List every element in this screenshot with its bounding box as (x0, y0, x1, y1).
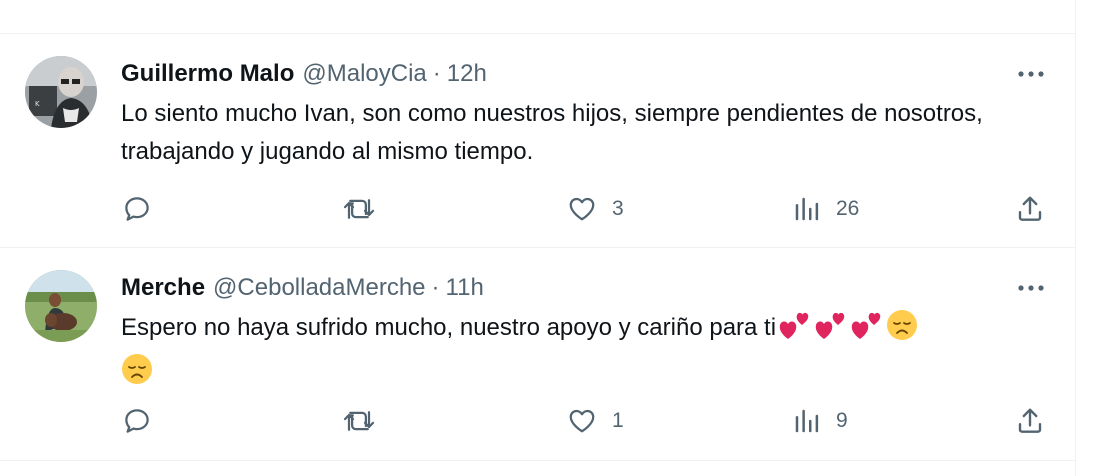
display-name[interactable]: Merche (121, 274, 205, 302)
two-hearts-emoji-icon (778, 309, 812, 353)
disappointed-face-emoji-icon (121, 353, 153, 397)
views-chart-icon (795, 409, 819, 433)
user-handle[interactable]: @CebolladaMerche (213, 274, 425, 302)
tweet-text: Espero no haya sufrido mucho, nuestro ap… (121, 314, 777, 341)
bottom-divider (0, 460, 1075, 461)
avatar-photo-person-with-dog (25, 270, 97, 342)
svg-text:K: K (35, 100, 40, 108)
separator-dot: · (432, 60, 441, 87)
avatar[interactable] (25, 270, 97, 342)
retweet-icon (343, 411, 375, 431)
user-handle[interactable]: @MaloyCia (302, 60, 426, 88)
views-chart-icon (795, 197, 819, 221)
share-icon (1018, 408, 1042, 433)
two-hearts-emoji-icon (814, 309, 848, 353)
like-button[interactable]: 1 (566, 406, 624, 436)
more-dots-icon (1018, 71, 1044, 77)
more-dots-icon (1018, 285, 1044, 291)
avatar[interactable]: K (25, 56, 97, 128)
tweet-text: Lo siento mucho Ivan, son como nuestros … (121, 100, 983, 165)
avatar-photo-man-glasses: K (25, 56, 97, 128)
share-button[interactable] (1015, 194, 1045, 224)
view-count: 9 (836, 409, 848, 432)
tweet-text-block: Espero no haya sufrido mucho, nuestro ap… (121, 309, 1041, 397)
separator-dot: · (431, 274, 440, 301)
reply-button[interactable] (121, 406, 167, 436)
like-count: 1 (612, 409, 624, 432)
timestamp[interactable]: 11h (446, 274, 484, 302)
tweet-reply-1[interactable]: K Guillermo Malo @MaloyCia · 12h Lo sien… (0, 34, 1075, 247)
column-border (1075, 0, 1076, 476)
more-options-button[interactable] (1013, 276, 1049, 300)
retweet-button[interactable] (342, 194, 390, 224)
reply-button[interactable] (121, 194, 167, 224)
disappointed-face-emoji-icon (886, 309, 918, 353)
views-button[interactable]: 26 (792, 194, 859, 224)
display-name[interactable]: Guillermo Malo (121, 60, 294, 88)
heart-icon (569, 409, 595, 433)
views-button[interactable]: 9 (792, 406, 848, 436)
two-hearts-emoji-icon (850, 309, 884, 353)
retweet-button[interactable] (342, 406, 390, 436)
view-count: 26 (836, 197, 860, 220)
retweet-icon (343, 199, 375, 219)
share-icon (1018, 196, 1042, 221)
heart-icon (569, 197, 595, 221)
like-button[interactable]: 3 (566, 194, 624, 224)
more-options-button[interactable] (1013, 62, 1049, 86)
tweet-reply-2[interactable]: Merche @CebolladaMerche · 11h Espero no … (0, 248, 1075, 460)
tweet-header: Merche @CebolladaMerche · 11h (121, 272, 484, 304)
reply-icon (125, 197, 149, 221)
timestamp[interactable]: 12h (447, 60, 487, 88)
reply-icon (125, 409, 149, 433)
share-button[interactable] (1015, 406, 1045, 436)
like-count: 3 (612, 197, 624, 220)
tweet-header: Guillermo Malo @MaloyCia · 12h (121, 58, 487, 90)
